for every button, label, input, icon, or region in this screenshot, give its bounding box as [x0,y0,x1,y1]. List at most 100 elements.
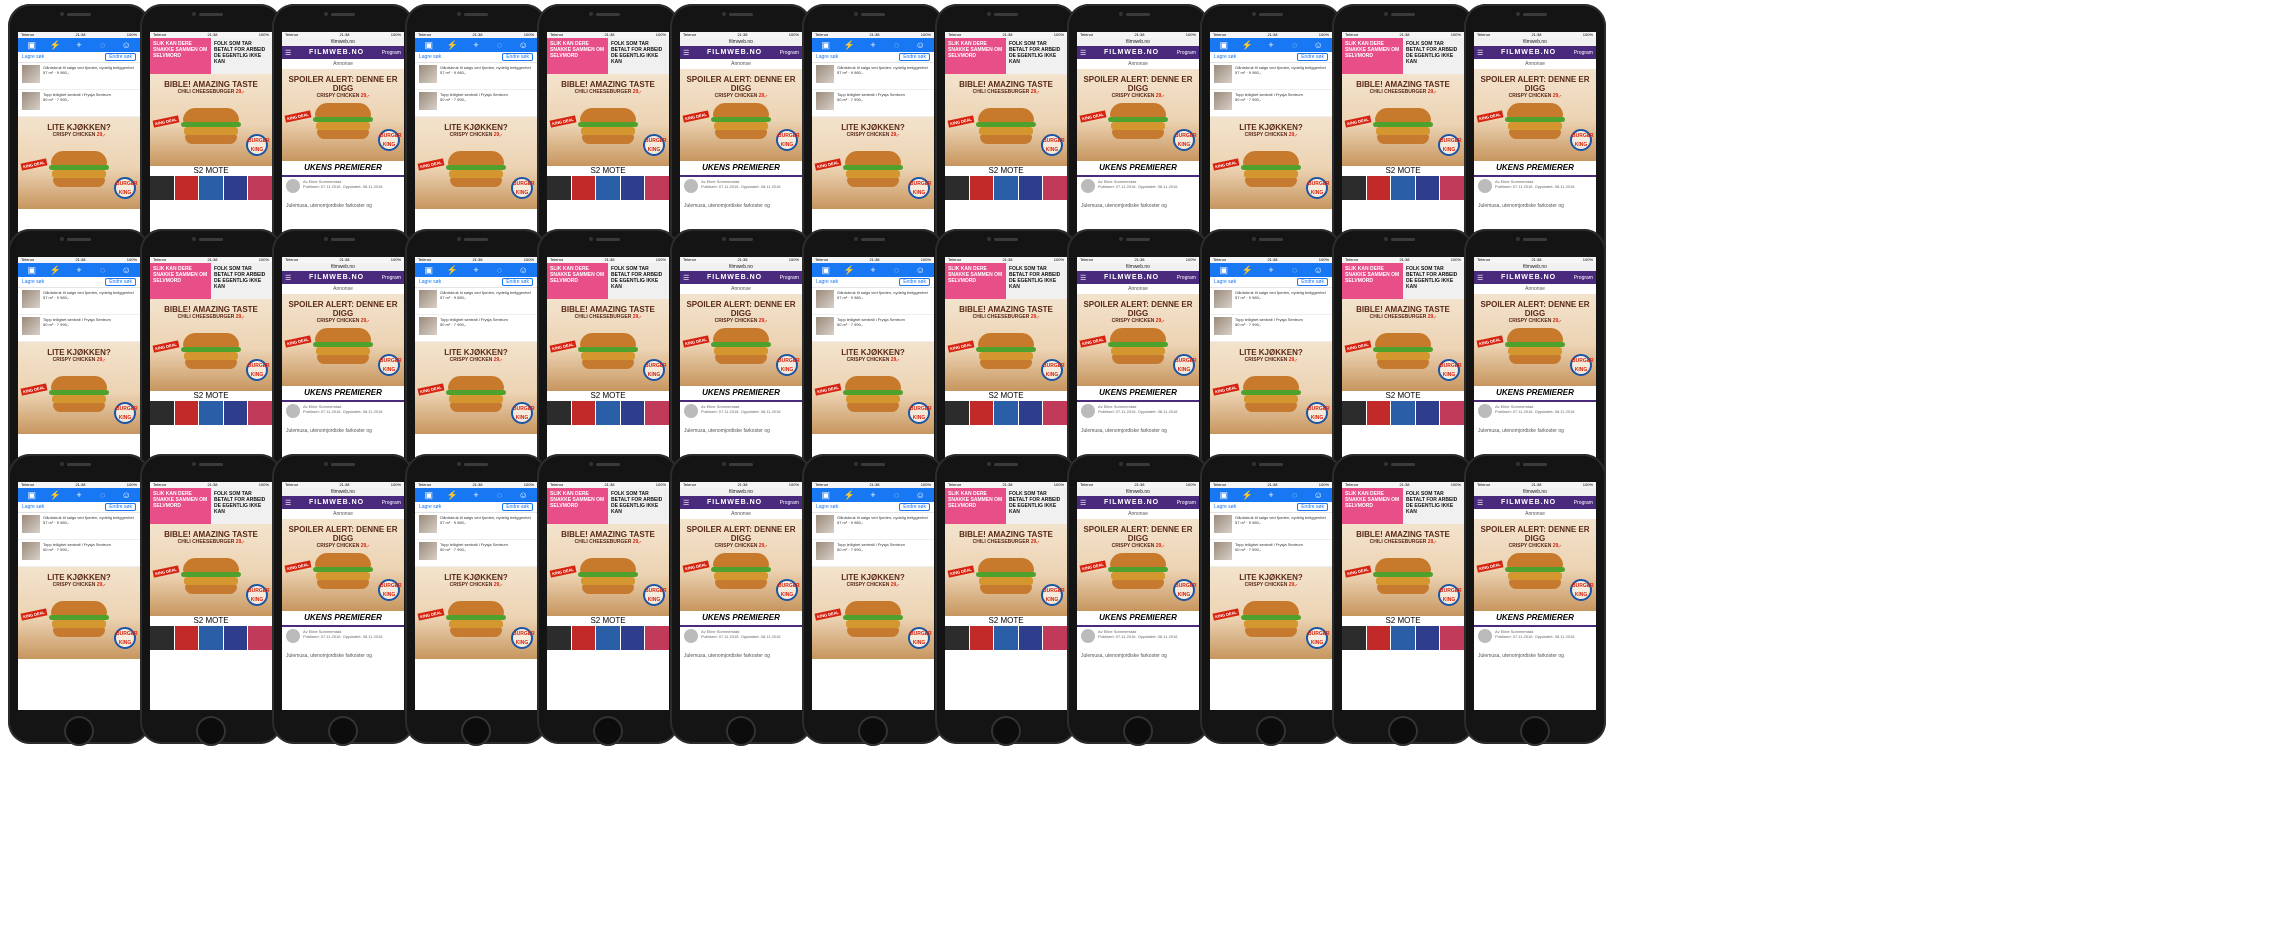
edit-search-button[interactable]: Endre søk [899,53,930,61]
menu-icon[interactable]: ☰ [1477,499,1483,507]
book-icon[interactable]: ▣ [423,38,435,52]
headline-banner[interactable]: SLIK KAN DERE SNAKKE SAMMEN OM SELVMORD F… [547,488,669,524]
book-icon[interactable]: ▣ [26,38,38,52]
headline-right[interactable]: FOLK SOM TAR BETALT FOR ARBEID DE EGENTL… [1403,263,1464,299]
site-logo[interactable]: FILMWEB.NO [309,499,364,506]
edit-search-button[interactable]: Endre søk [899,503,930,511]
burger-king-ad[interactable]: LITE KJØKKEN? CRISPY CHICKEN 29,- KING DEA… [18,342,140,434]
site-logo[interactable]: FILMWEB.NO [1501,274,1556,281]
burger-king-ad[interactable]: SPOILER ALERT: DENNE ER DIGG CRISPY CHICK… [680,69,802,161]
save-search-link[interactable]: Lagre søk [22,279,44,285]
save-search-link[interactable]: Lagre søk [419,504,441,510]
listing-row[interactable]: Topp leilighet sentralt i Frysja Sentrum… [812,540,934,567]
add-icon[interactable]: + [470,488,482,502]
burger-king-ad[interactable]: SPOILER ALERT: DENNE ER DIGG CRISPY CHICK… [1077,519,1199,611]
save-search-link[interactable]: Lagre søk [816,54,838,60]
url-bar[interactable]: filmweb.no [1077,488,1199,496]
program-link[interactable]: Program [382,500,401,506]
burger-king-ad[interactable]: SPOILER ALERT: DENNE ER DIGG CRISPY CHICK… [1474,294,1596,386]
burger-king-ad[interactable]: SPOILER ALERT: DENNE ER DIGG CRISPY CHICK… [282,294,404,386]
book-icon[interactable]: ▣ [26,488,38,502]
url-bar[interactable]: filmweb.no [282,488,404,496]
url-bar[interactable]: filmweb.no [1474,488,1596,496]
burger-king-ad[interactable]: BIBLE! AMAZING TASTE CHILI CHEESEBURGER 2… [1342,299,1464,391]
edit-search-button[interactable]: Endre søk [502,503,533,511]
listing-row[interactable]: Topp leilighet sentralt i Frysja Sentrum… [18,540,140,567]
add-icon[interactable]: + [73,38,85,52]
add-icon[interactable]: + [470,38,482,52]
save-search-link[interactable]: Lagre søk [419,54,441,60]
headline-left[interactable]: SLIK KAN DERE SNAKKE SAMMEN OM SELVMORD [1342,263,1403,299]
listing-row[interactable]: Gårdsbruk til salgs ved fjorden, nydelig… [415,513,537,540]
site-logo[interactable]: FILMWEB.NO [1104,49,1159,56]
bolt-icon[interactable]: ⚡ [49,488,61,502]
add-icon[interactable]: + [867,263,879,277]
menu-icon[interactable]: ☰ [683,49,689,57]
headline-right[interactable]: FOLK SOM TAR BETALT FOR ARBEID DE EGENTL… [1006,488,1067,524]
profile-icon[interactable]: ☺ [914,488,926,502]
burger-king-ad[interactable]: SPOILER ALERT: DENNE ER DIGG CRISPY CHICK… [1474,69,1596,161]
headline-right[interactable]: FOLK SOM TAR BETALT FOR ARBEID DE EGENTL… [211,488,272,524]
bolt-icon[interactable]: ⚡ [446,488,458,502]
edit-search-button[interactable]: Endre søk [105,503,136,511]
add-icon[interactable]: + [1265,263,1277,277]
book-icon[interactable]: ▣ [820,38,832,52]
profile-icon[interactable]: ☺ [120,488,132,502]
url-bar[interactable]: filmweb.no [282,38,404,46]
headline-right[interactable]: FOLK SOM TAR BETALT FOR ARBEID DE EGENTL… [1403,38,1464,74]
headline-banner[interactable]: SLIK KAN DERE SNAKKE SAMMEN OM SELVMORD F… [945,263,1067,299]
bolt-icon[interactable]: ⚡ [843,263,855,277]
menu-icon[interactable]: ☰ [1080,49,1086,57]
url-bar[interactable]: filmweb.no [1077,38,1199,46]
profile-icon[interactable]: ☺ [517,488,529,502]
headline-right[interactable]: FOLK SOM TAR BETALT FOR ARBEID DE EGENTL… [211,38,272,74]
headline-left[interactable]: SLIK KAN DERE SNAKKE SAMMEN OM SELVMORD [547,38,608,74]
home-button[interactable] [726,716,756,746]
chat-icon[interactable]: ◌ [891,38,903,52]
program-link[interactable]: Program [1574,275,1593,281]
chat-icon[interactable]: ◌ [1289,263,1301,277]
headline-left[interactable]: SLIK KAN DERE SNAKKE SAMMEN OM SELVMORD [150,488,211,524]
site-logo[interactable]: FILMWEB.NO [707,49,762,56]
burger-king-ad[interactable]: BIBLE! AMAZING TASTE CHILI CHEESEBURGER 2… [945,299,1067,391]
program-link[interactable]: Program [382,50,401,56]
burger-king-ad[interactable]: BIBLE! AMAZING TASTE CHILI CHEESEBURGER 2… [1342,74,1464,166]
add-icon[interactable]: + [470,263,482,277]
burger-king-ad[interactable]: LITE KJØKKEN? CRISPY CHICKEN 29,- KING DEA… [812,567,934,659]
chat-icon[interactable]: ◌ [494,488,506,502]
listing-row[interactable]: Topp leilighet sentralt i Frysja Sentrum… [415,540,537,567]
burger-king-ad[interactable]: SPOILER ALERT: DENNE ER DIGG CRISPY CHICK… [680,519,802,611]
home-button[interactable] [593,716,623,746]
program-link[interactable]: Program [382,275,401,281]
menu-icon[interactable]: ☰ [285,49,291,57]
program-link[interactable]: Program [1177,500,1196,506]
headline-right[interactable]: FOLK SOM TAR BETALT FOR ARBEID DE EGENTL… [1403,488,1464,524]
home-button[interactable] [1123,716,1153,746]
profile-icon[interactable]: ☺ [517,38,529,52]
save-search-link[interactable]: Lagre søk [1214,279,1236,285]
menu-icon[interactable]: ☰ [1477,274,1483,282]
home-button[interactable] [991,716,1021,746]
headline-banner[interactable]: SLIK KAN DERE SNAKKE SAMMEN OM SELVMORD F… [150,38,272,74]
book-icon[interactable]: ▣ [26,263,38,277]
listing-row[interactable]: Topp leilighet sentralt i Frysja Sentrum… [1210,540,1332,567]
bolt-icon[interactable]: ⚡ [446,38,458,52]
listing-row[interactable]: Gårdsbruk til salgs ved fjorden, nydelig… [18,513,140,540]
headline-banner[interactable]: SLIK KAN DERE SNAKKE SAMMEN OM SELVMORD F… [547,263,669,299]
url-bar[interactable]: filmweb.no [1077,263,1199,271]
url-bar[interactable]: filmweb.no [282,263,404,271]
url-bar[interactable]: filmweb.no [680,263,802,271]
headline-left[interactable]: SLIK KAN DERE SNAKKE SAMMEN OM SELVMORD [945,263,1006,299]
edit-search-button[interactable]: Endre søk [1297,503,1328,511]
headline-left[interactable]: SLIK KAN DERE SNAKKE SAMMEN OM SELVMORD [1342,38,1403,74]
program-link[interactable]: Program [780,50,799,56]
add-icon[interactable]: + [73,263,85,277]
headline-left[interactable]: SLIK KAN DERE SNAKKE SAMMEN OM SELVMORD [945,38,1006,74]
program-link[interactable]: Program [780,275,799,281]
burger-king-ad[interactable]: LITE KJØKKEN? CRISPY CHICKEN 29,- KING DEA… [1210,567,1332,659]
listing-row[interactable]: Gårdsbruk til salgs ved fjorden, nydelig… [18,63,140,90]
edit-search-button[interactable]: Endre søk [502,278,533,286]
program-link[interactable]: Program [1574,50,1593,56]
book-icon[interactable]: ▣ [423,488,435,502]
burger-king-ad[interactable]: BIBLE! AMAZING TASTE CHILI CHEESEBURGER 2… [945,524,1067,616]
